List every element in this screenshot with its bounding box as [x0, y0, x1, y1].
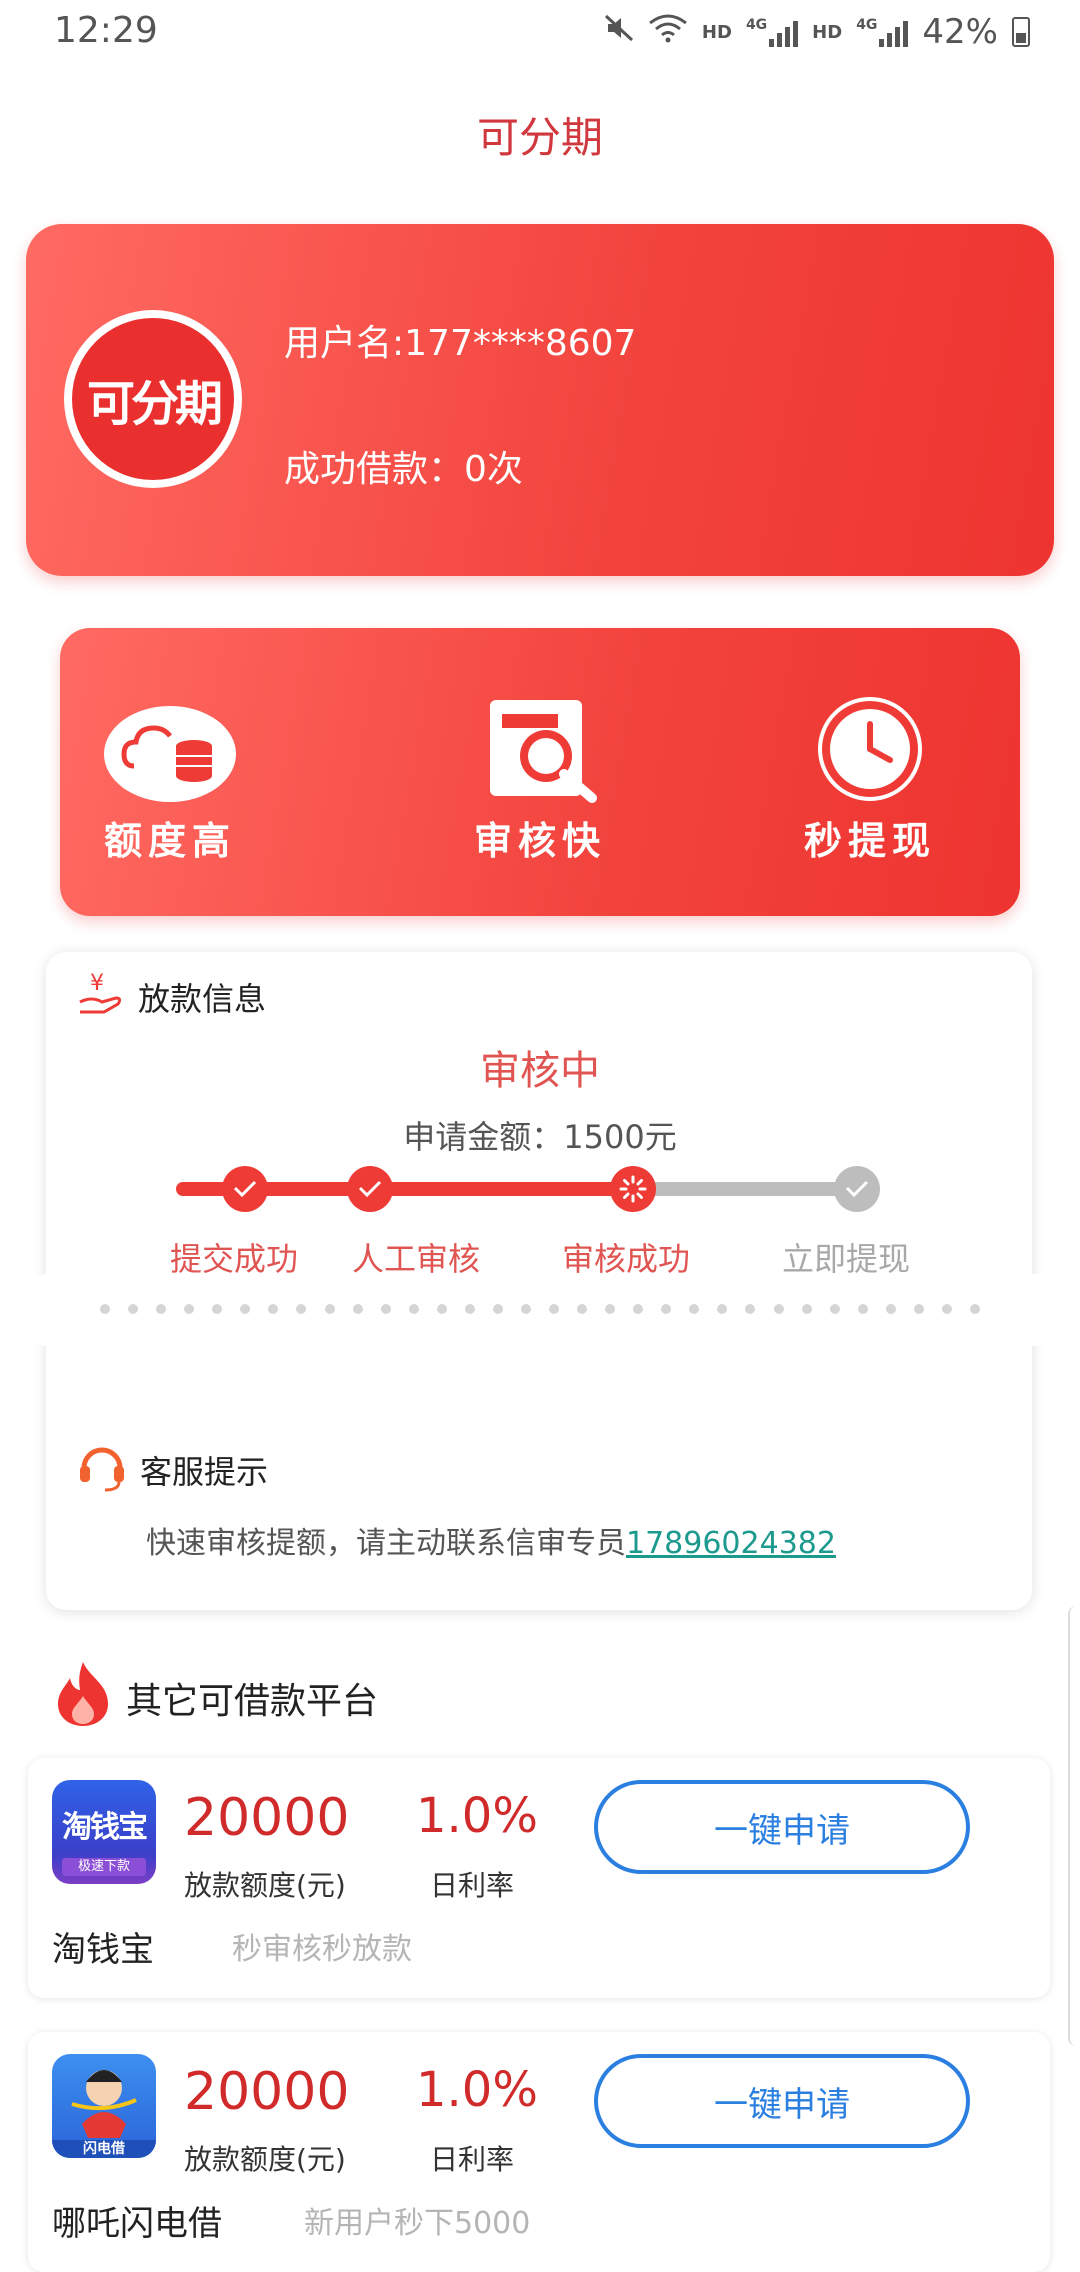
signal-bars-icon	[879, 17, 909, 47]
avatar-logo-text: 可分期	[72, 318, 234, 480]
signal-bars-icon	[769, 17, 799, 47]
platform-logo-subtext: 极速下款	[62, 1858, 146, 1876]
platform-amount-label: 放款额度(元)	[184, 1869, 346, 1902]
signal-1: 4G	[745, 17, 799, 47]
apply-button[interactable]: 一键申请	[594, 2054, 970, 2148]
wifi-icon	[648, 12, 688, 52]
network-label-2: 4G	[856, 17, 878, 33]
platform-amount: 20000	[184, 2062, 350, 2122]
feature-label: 秒提现	[803, 819, 936, 863]
platform-name: 淘钱宝	[52, 1930, 154, 1970]
battery-icon	[1012, 17, 1030, 47]
loan-info-title: 放款信息	[138, 980, 267, 1018]
ticket-notch-right	[1004, 1274, 1064, 1346]
other-platforms-title: 其它可借款平台	[126, 1680, 379, 1722]
cloud-coins-icon	[60, 694, 280, 804]
service-title: 客服提示	[140, 1453, 269, 1491]
feature-fast-review: 审核快	[430, 694, 650, 865]
step-label: 提交成功	[169, 1240, 298, 1278]
platform-rate: 1.0%	[416, 2062, 538, 2118]
document-search-icon	[430, 694, 650, 804]
feature-label: 额度高	[103, 819, 236, 863]
platform-rate: 1.0%	[416, 1788, 538, 1844]
platform-logo: 淘钱宝 极速下款	[52, 1780, 156, 1884]
other-platforms-header: 其它可借款平台	[50, 1658, 378, 1737]
platform-logo-text: 闪电借	[83, 2141, 125, 2157]
signal-2: 4G	[856, 17, 909, 47]
ticket-notch-left	[16, 1274, 76, 1346]
dotted-divider	[100, 1304, 980, 1316]
user-card: 可分期 用户名:177****8607 成功借款：0次	[26, 224, 1054, 576]
platform-logo-text: 淘钱宝	[62, 1810, 148, 1845]
yuan-hand-icon: ¥	[76, 968, 126, 1026]
clock-icon	[760, 694, 980, 804]
battery-percent: 42%	[922, 12, 998, 52]
progress-track	[176, 1166, 880, 1212]
feature-high-limit: 额度高	[60, 694, 280, 865]
apply-amount: 申请金额：1500元	[403, 1118, 677, 1156]
platform-amount: 20000	[184, 1788, 350, 1848]
step-label: 人工审核	[351, 1240, 480, 1278]
check-icon	[358, 1180, 382, 1198]
status-icons: HD 4G HD 4G 42%	[604, 12, 1030, 52]
service-phone-link[interactable]: 17896024382	[626, 1526, 836, 1561]
platform-desc: 秒审核秒放款	[232, 1932, 412, 1967]
features-banner: 额度高 审核快 秒提现	[60, 628, 1020, 916]
step-node-done	[222, 1166, 268, 1212]
platform-card[interactable]: 闪电借 20000 放款额度(元) 1.0% 日利率 一键申请 哪吒闪电借 新用…	[28, 2032, 1050, 2272]
platform-rate-label: 日利率	[430, 2143, 515, 2176]
check-icon	[845, 1180, 869, 1198]
step-label: 立即提现	[781, 1240, 910, 1278]
success-loan-count: 成功借款：0次	[284, 449, 523, 490]
step-node-current	[610, 1166, 656, 1212]
service-header: 客服提示	[76, 1440, 268, 1500]
feature-instant-withdraw: 秒提现	[760, 694, 980, 865]
mute-icon	[604, 12, 634, 52]
platform-logo: 闪电借	[52, 2054, 156, 2158]
fire-icon	[50, 1658, 116, 1737]
feature-label: 审核快	[473, 819, 606, 863]
check-icon	[233, 1180, 257, 1198]
platform-rate-label: 日利率	[430, 1869, 515, 1902]
network-label-1: 4G	[745, 17, 768, 33]
service-tip-text: 快速审核提额，请主动联系信审专员	[146, 1526, 626, 1561]
review-status: 审核中	[480, 1048, 600, 1094]
scrollbar[interactable]	[1068, 1606, 1080, 2046]
loading-icon	[619, 1175, 647, 1203]
username: 用户名:177****8607	[284, 323, 637, 364]
loan-info-header: ¥ 放款信息	[76, 968, 266, 1026]
platform-name: 哪吒闪电借	[52, 2204, 222, 2244]
platform-amount-label: 放款额度(元)	[184, 2143, 346, 2176]
platform-card[interactable]: 淘钱宝 极速下款 20000 放款额度(元) 1.0% 日利率 一键申请 淘钱宝…	[28, 1758, 1050, 1998]
step-label: 审核成功	[561, 1240, 690, 1278]
status-time: 12:29	[54, 10, 158, 51]
apply-button[interactable]: 一键申请	[594, 1780, 970, 1874]
service-tip: 快速审核提额，请主动联系信审专员17896024382	[146, 1518, 836, 1562]
avatar[interactable]: 可分期	[64, 310, 242, 488]
step-node-pending	[834, 1166, 880, 1212]
platform-desc: 新用户秒下5000	[304, 2206, 531, 2241]
svg-text:¥: ¥	[90, 971, 104, 996]
status-bar: 12:29 HD 4G HD 4G 42%	[0, 0, 1080, 66]
page-title: 可分期	[476, 113, 603, 162]
hd-label-1: HD	[701, 21, 732, 43]
step-node-done	[347, 1166, 393, 1212]
hd-label-2: HD	[812, 21, 843, 43]
headset-icon	[76, 1440, 128, 1500]
